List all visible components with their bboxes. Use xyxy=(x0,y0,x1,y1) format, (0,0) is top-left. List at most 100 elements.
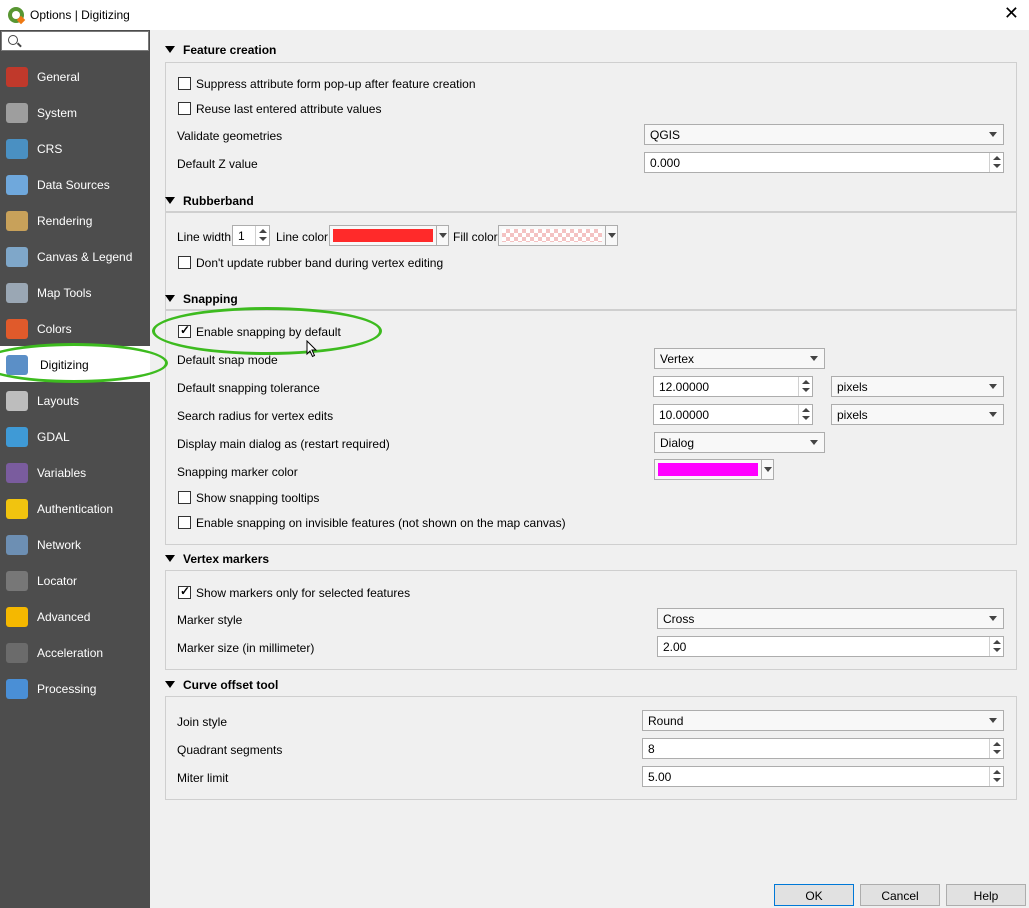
sidebar-item-label: Network xyxy=(37,538,82,552)
feature-creation-group: Suppress attribute form pop-up after fea… xyxy=(165,62,1017,212)
validate-geometries-select[interactable]: QGIS xyxy=(644,124,1004,145)
help-button[interactable]: Help xyxy=(946,884,1026,906)
miter-limit-spinbox[interactable]: 5.00 xyxy=(642,766,1004,787)
sidebar-item-label: Canvas & Legend xyxy=(37,250,133,264)
spin-arrows-icon[interactable] xyxy=(989,767,1003,786)
close-icon[interactable]: ✕ xyxy=(1004,4,1019,22)
quadrant-segments-label: Quadrant segments xyxy=(177,743,283,757)
suppress-popup-checkbox[interactable] xyxy=(178,77,191,90)
sidebar-item-label: Acceleration xyxy=(37,646,104,660)
chevron-down-icon[interactable] xyxy=(761,460,773,479)
marker-color-button[interactable] xyxy=(654,459,774,480)
reuse-values-checkbox[interactable] xyxy=(178,102,191,115)
section-rubberband[interactable]: Rubberband xyxy=(165,194,254,208)
fill-color-button[interactable] xyxy=(498,225,618,246)
title-bar: Options | Digitizing ✕ xyxy=(0,0,1029,30)
dont-update-rubberband-label: Don't update rubber band during vertex e… xyxy=(196,256,444,270)
search-radius-spinbox[interactable]: 10.00000 xyxy=(653,404,813,425)
spin-arrows-icon[interactable] xyxy=(255,226,269,245)
markers-selected-only-checkbox[interactable] xyxy=(178,584,191,599)
snap-mode-select[interactable]: Vertex xyxy=(654,348,825,369)
collapse-arrow-icon xyxy=(165,681,175,688)
sidebar-item-rendering[interactable]: Rendering xyxy=(0,202,150,238)
advanced-icon xyxy=(6,607,28,627)
sidebar-item-general[interactable]: General xyxy=(0,58,150,94)
default-z-spinbox[interactable]: 0.000 xyxy=(644,152,1004,173)
processing-icon xyxy=(6,679,28,699)
search-radius-unit-select[interactable]: pixels xyxy=(831,404,1004,425)
sidebar: General System CRS Data Sources Rendering Can… xyxy=(0,30,150,908)
chevron-down-icon[interactable] xyxy=(605,226,617,245)
marker-style-label: Marker style xyxy=(177,613,243,627)
search-input[interactable] xyxy=(1,31,149,51)
collapse-arrow-icon xyxy=(165,197,175,204)
settings-panel: Feature creation Suppress attribute form… xyxy=(150,30,1029,908)
display-dialog-select[interactable]: Dialog xyxy=(654,432,825,453)
reuse-values-label: Reuse last entered attribute values xyxy=(196,102,382,116)
spin-arrows-icon[interactable] xyxy=(989,637,1003,656)
collapse-arrow-icon xyxy=(165,555,175,562)
quadrant-segments-spinbox[interactable]: 8 xyxy=(642,738,1004,759)
join-style-select[interactable]: Round xyxy=(642,710,1004,731)
vertex-markers-group: Show markers only for selected features … xyxy=(165,570,1017,670)
snap-tolerance-spinbox[interactable]: 12.00000 xyxy=(653,376,813,397)
sidebar-item-digitizing[interactable]: Digitizing xyxy=(0,346,150,382)
sidebar-item-map-tools[interactable]: Map Tools xyxy=(0,274,150,310)
sidebar-item-layouts[interactable]: Layouts xyxy=(0,382,150,418)
sidebar-item-processing[interactable]: Processing xyxy=(0,670,150,706)
line-color-button[interactable] xyxy=(329,225,449,246)
enable-snapping-checkbox[interactable] xyxy=(178,323,191,338)
chevron-down-icon xyxy=(989,384,997,389)
gdal-icon xyxy=(6,427,28,447)
sidebar-item-canvas-legend[interactable]: Canvas & Legend xyxy=(0,238,150,274)
sidebar-item-system[interactable]: System xyxy=(0,94,150,130)
sidebar-item-label: Variables xyxy=(37,466,87,480)
section-curve-offset[interactable]: Curve offset tool xyxy=(165,678,278,692)
system-icon xyxy=(6,103,28,123)
marker-size-spinbox[interactable]: 2.00 xyxy=(657,636,1004,657)
ok-button[interactable]: OK xyxy=(774,884,854,906)
sidebar-item-variables[interactable]: Variables xyxy=(0,454,150,490)
snap-mode-label: Default snap mode xyxy=(177,353,278,367)
chevron-down-icon xyxy=(810,356,818,361)
snapping-tooltips-checkbox[interactable] xyxy=(178,491,191,504)
section-snapping[interactable]: Snapping xyxy=(165,292,238,306)
mouse-cursor-icon xyxy=(306,340,318,358)
sidebar-item-label: GDAL xyxy=(37,430,70,444)
crs-icon xyxy=(6,139,28,159)
section-feature-creation[interactable]: Feature creation xyxy=(165,43,276,57)
sidebar-item-label: Data Sources xyxy=(37,178,110,192)
spin-arrows-icon[interactable] xyxy=(989,153,1003,172)
sidebar-item-gdal[interactable]: GDAL xyxy=(0,418,150,454)
marker-style-select[interactable]: Cross xyxy=(657,608,1004,629)
sidebar-item-colors[interactable]: Colors xyxy=(0,310,150,346)
marker-color-swatch xyxy=(658,463,758,476)
cancel-button[interactable]: Cancel xyxy=(860,884,940,906)
sidebar-item-authentication[interactable]: Authentication xyxy=(0,490,150,526)
sidebar-item-label: Map Tools xyxy=(37,286,92,300)
line-width-spinbox[interactable]: 1 xyxy=(232,225,270,246)
sidebar-item-network[interactable]: Network xyxy=(0,526,150,562)
authentication-icon xyxy=(6,499,28,519)
dont-update-rubberband-checkbox[interactable] xyxy=(178,256,191,269)
sidebar-item-crs[interactable]: CRS xyxy=(0,130,150,166)
sidebar-item-label: Layouts xyxy=(37,394,80,408)
search-icon xyxy=(8,35,18,45)
sidebar-item-data-sources[interactable]: Data Sources xyxy=(0,166,150,202)
sidebar-item-acceleration[interactable]: Acceleration xyxy=(0,634,150,670)
map-tools-icon xyxy=(6,283,28,303)
section-vertex-markers[interactable]: Vertex markers xyxy=(165,552,269,566)
marker-size-label: Marker size (in millimeter) xyxy=(177,641,315,655)
snap-tolerance-unit-select[interactable]: pixels xyxy=(831,376,1004,397)
spin-arrows-icon[interactable] xyxy=(798,377,812,396)
sidebar-item-locator[interactable]: Locator xyxy=(0,562,150,598)
sidebar-item-advanced[interactable]: Advanced xyxy=(0,598,150,634)
spin-arrows-icon[interactable] xyxy=(989,739,1003,758)
line-color-label: Line color xyxy=(276,230,329,244)
miter-limit-label: Miter limit xyxy=(177,771,229,785)
chevron-down-icon[interactable] xyxy=(436,226,448,245)
sidebar-item-label: Locator xyxy=(37,574,78,588)
spin-arrows-icon[interactable] xyxy=(798,405,812,424)
snap-invisible-checkbox[interactable] xyxy=(178,516,191,529)
sidebar-item-label: Colors xyxy=(37,322,72,336)
